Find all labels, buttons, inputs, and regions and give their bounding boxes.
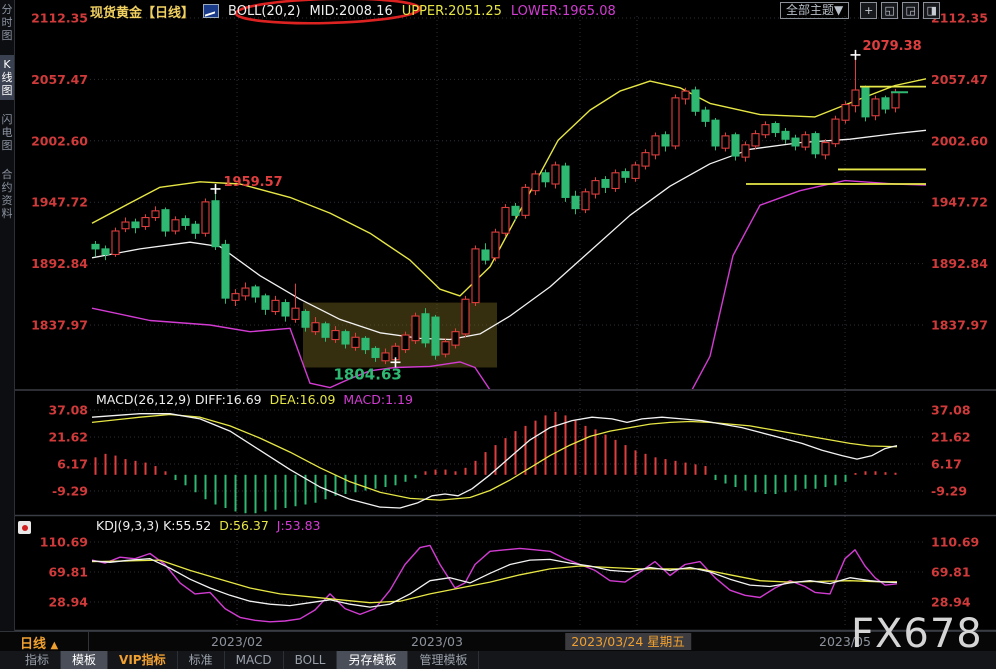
axis-label-right: 110.69 (931, 535, 979, 550)
price-annotation: 1804.63 (334, 365, 402, 383)
axis-label-left: 21.62 (48, 430, 88, 445)
chart-tool-icons: +◱◲◨ (860, 2, 940, 19)
pane-expand-icon[interactable]: ◨ (923, 2, 940, 19)
toolbar-item-7[interactable]: 另存模板 (337, 651, 408, 669)
axis-label-right: 28.94 (931, 594, 971, 609)
axis-label-left: 69.81 (48, 565, 88, 580)
axis-label-left: 2057.47 (31, 72, 88, 87)
kdj-panel-header: KDJ(9,3,3) K:55.52 D:56.37 J:53.83 (96, 518, 320, 533)
period-label: 日线 (20, 637, 46, 652)
chart-controls: 全部主题▼ +◱◲◨ (780, 2, 940, 19)
axis-label-right: 1837.97 (931, 318, 988, 333)
axis-label-right: 1892.84 (931, 256, 988, 271)
kdj-j-value: J:53.83 (277, 518, 321, 533)
axis-label-left: 1947.72 (31, 195, 88, 210)
price-annotation: 2079.38 (863, 39, 922, 54)
symbol-title: 现货黄金【日线】 (90, 2, 194, 21)
kdj-panel (92, 545, 897, 621)
macd-indicator-label[interactable]: MACD(26,12,9) (96, 392, 191, 407)
period-selector[interactable]: 日线 ▲ (20, 633, 58, 652)
date-tick-label: 2023/03 (411, 634, 463, 649)
axis-label-right: 37.08 (931, 403, 971, 418)
axis-label-right: 69.81 (931, 565, 971, 580)
macd-dea-value: DEA:16.09 (270, 392, 336, 407)
boll-lower-value: LOWER:1965.08 (511, 4, 616, 19)
macd-diff-value: DIFF:16.69 (195, 392, 262, 407)
main-chart-header: 现货黄金【日线】 BOLL(20,2) MID:2008.16 UPPER:20… (90, 3, 616, 19)
kdj-settings-icon[interactable] (18, 521, 31, 534)
axis-label-right: 6.17 (931, 457, 962, 472)
kdj-d-value: D:56.37 (219, 518, 269, 533)
date-tick-label: 2023/02 (211, 634, 263, 649)
axis-label-right: 21.62 (931, 430, 971, 445)
trading-app-window: { "header": { "title": "现货黄金【日线】", "indi… (0, 0, 996, 669)
sidebar-tab-4[interactable]: 合约资料 (0, 165, 14, 223)
boll-mid-value: MID:2008.16 (310, 4, 393, 19)
toolbar-item-1[interactable]: 指标 (14, 651, 61, 669)
toolbar-item-6[interactable]: BOLL (284, 651, 338, 669)
price-annotation: 1959.57 (224, 175, 283, 190)
axis-label-left: 2002.60 (31, 133, 88, 148)
macd-panel (92, 412, 897, 513)
kdj-k-value: K:55.52 (163, 518, 211, 533)
axis-label-left: 110.69 (40, 535, 88, 550)
axis-label-left: 28.94 (48, 594, 88, 609)
date-axis-row: 日线 ▲ 2023/022023/032023/03/24 星期五2023/05 (0, 631, 996, 653)
axis-label-left: 37.08 (48, 403, 88, 418)
toolbar-item-8[interactable]: 管理模板 (408, 651, 479, 669)
selected-date-label: 2023/03/24 星期五 (565, 633, 691, 650)
toolbar-item-3[interactable]: VIP指标 (108, 651, 178, 669)
chart-canvas[interactable]: 2112.352112.352057.472057.472002.602002.… (0, 0, 996, 669)
sidebar-tab-1[interactable]: 分时图 (0, 0, 14, 45)
watermark: FX678 (851, 611, 983, 657)
axis-label-left: 1837.97 (31, 318, 88, 333)
axis-label-left: 1892.84 (31, 256, 88, 271)
indicator-toolbar: 指标模板VIP指标标准MACDBOLL另存模板管理模板 (0, 651, 996, 669)
pane-right-icon[interactable]: ◲ (902, 2, 919, 19)
pane-left-icon[interactable]: ◱ (881, 2, 898, 19)
axis-label-left: 6.17 (57, 457, 88, 472)
axis-label-right: -9.29 (931, 484, 967, 499)
toolbar-item-5[interactable]: MACD (225, 651, 284, 669)
sidebar-tab-3[interactable]: 闪电图 (0, 110, 14, 155)
period-arrow-icon: ▲ (51, 640, 59, 651)
boll-upper-value: UPPER:2051.25 (402, 4, 502, 19)
axis-label-right: 2057.47 (931, 72, 988, 87)
axis-label-left: 2112.35 (31, 11, 88, 26)
axis-label-right: 1947.72 (931, 195, 988, 210)
axis-label-right: 2002.60 (931, 133, 988, 148)
sidebar-tab-2[interactable]: K线图 (0, 55, 14, 100)
chart-type-sidebar: 分时图 K线图闪电图合约资料 (0, 0, 15, 631)
date-axis-divider (88, 632, 89, 652)
toolbar-item-2[interactable]: 模板 (61, 651, 108, 669)
toolbar-item-4[interactable]: 标准 (178, 651, 225, 669)
indicator-chart-icon[interactable] (203, 4, 219, 18)
macd-panel-header: MACD(26,12,9) DIFF:16.69 DEA:16.09 MACD:… (96, 392, 413, 407)
boll-indicator-label[interactable]: BOLL(20,2) (228, 4, 301, 19)
kdj-indicator-label[interactable]: KDJ(9,3,3) (96, 518, 159, 533)
theme-dropdown[interactable]: 全部主题▼ (780, 2, 849, 19)
crosshair-icon[interactable]: + (860, 2, 877, 19)
macd-hist-value: MACD:1.19 (343, 392, 413, 407)
axis-label-left: -9.29 (52, 484, 88, 499)
